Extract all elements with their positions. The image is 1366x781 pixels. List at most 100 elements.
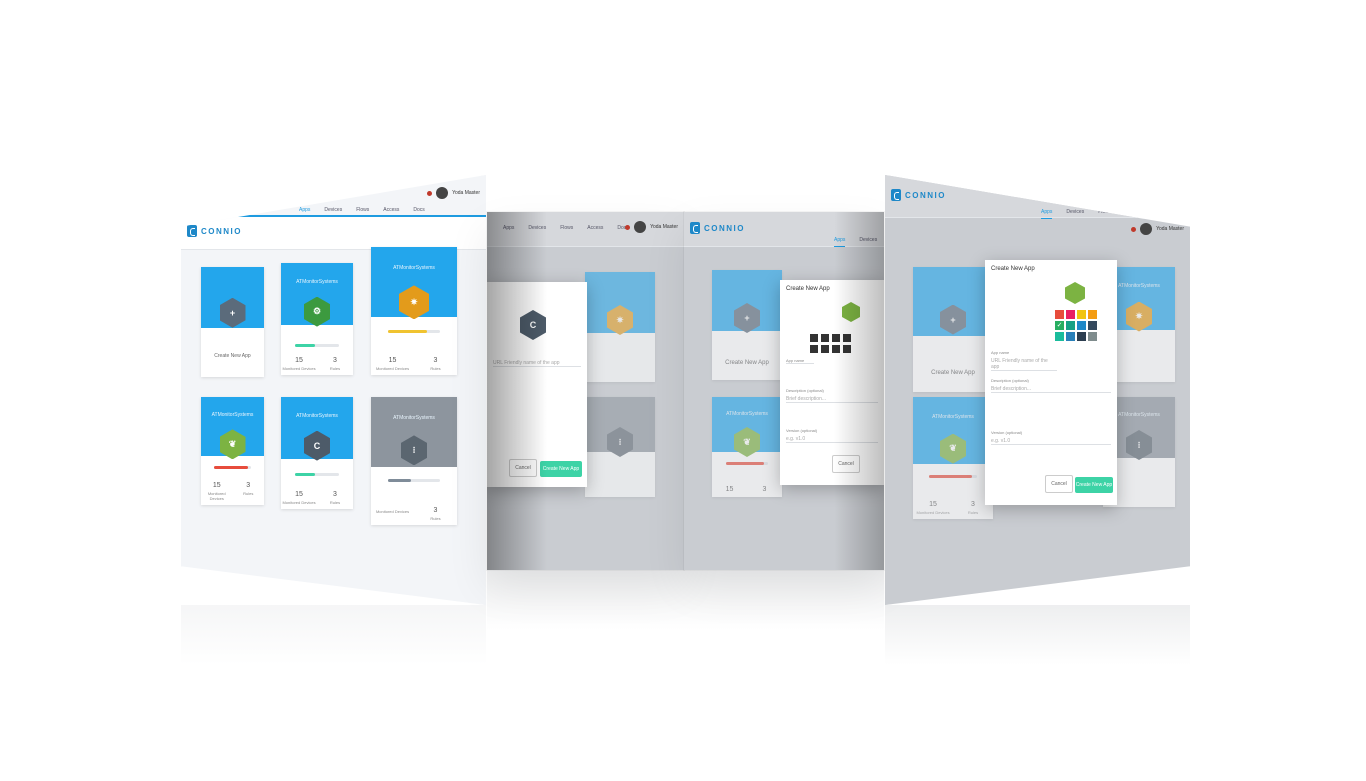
color-swatch[interactable] [1066,332,1075,341]
nav-flows[interactable]: Flows [560,225,573,231]
create-app-card[interactable]: + Create New App [913,267,993,392]
version-input[interactable]: e.g. v1.0 [991,438,1111,444]
app-card[interactable]: ATMonitorSystems ❦ 15 Monitored Devices 3… [913,397,993,519]
color-swatch-selected[interactable]: ✓ [1055,321,1064,330]
color-palette[interactable]: ✓ [1055,310,1097,341]
main-nav: Apps Devices Flows Access Docs [1041,209,1167,219]
create-app-button[interactable]: Create New App [1075,477,1113,493]
connio-logo[interactable]: CONNIO [891,189,946,201]
app-progress [388,478,440,482]
connio-logo-icon [187,225,197,237]
notification-icon[interactable] [625,224,631,230]
nav-devices[interactable]: Devices [1066,209,1084,219]
devices-count: 15 [388,357,397,364]
app-card[interactable]: ATMonitorSystems C 15 Monitored Devices 3… [281,397,353,509]
app-progress [388,330,440,334]
app-card[interactable]: ATMonitorSystems ⚙ 15 Monitored Devices 3… [281,263,353,375]
devices-label: Monitored Devices [916,510,950,515]
nav-access[interactable]: Access [383,207,399,217]
user-name: Yoda Master [650,224,678,230]
rules-label: Rules [430,516,441,521]
user-menu[interactable]: Yoda Master [625,221,678,233]
color-swatch[interactable] [1077,332,1086,341]
brand-name: CONNIO [905,190,946,200]
floor-reflection [885,605,1190,665]
rules-label: Rules [329,366,341,371]
app-title: ATMonitorSystems [726,411,768,417]
devices-count: 15 [725,486,734,493]
app-icon-preview[interactable] [1065,282,1085,304]
nav-docs[interactable]: Docs [413,207,424,217]
app-card[interactable]: ATMonitorSystems ✷ 15 Monitored Devices 3… [371,247,457,375]
icon-option[interactable] [810,334,818,342]
notification-icon[interactable] [427,190,433,196]
app-card[interactable]: ATMonitorSystems ❦ 15 Monitored Devices 3… [201,397,264,505]
app-progress [295,343,339,347]
app-progress [213,466,252,470]
color-swatch[interactable] [1088,332,1097,341]
app-name-label: App name [786,358,805,363]
notification-icon[interactable] [1131,226,1137,232]
description-field[interactable]: Description (optional) Brief description… [991,378,1111,393]
app-card[interactable]: ATMonitorSystems ❦ 15 3 [712,397,782,497]
icon-option[interactable] [810,345,818,353]
app-title: ATMonitorSystems [393,414,435,421]
brand-name: CONNIO [201,226,242,236]
devices-count: 15 [295,357,303,364]
nav-flows[interactable]: Flows [1098,209,1111,219]
create-app-card[interactable]: + Create New App [201,267,264,377]
top-navigation-bar: CONNIO Apps Devices Flows Access Docs Yo… [181,187,486,250]
cancel-button[interactable]: Cancel [1045,475,1073,493]
app-name-field[interactable]: App name URL Friendly name of the app [991,350,1057,371]
app-card[interactable]: ATMonitorSystems ⁝ Monitored Devices 3 Ru… [371,397,457,525]
rules-count: 3 [433,357,438,364]
create-app-label: Create New App [725,360,769,366]
devices-count: 15 [212,482,221,489]
nav-docs[interactable]: Docs [1155,209,1166,219]
floor-reflection [487,570,884,630]
nav-apps[interactable]: Apps [299,207,311,217]
color-swatch[interactable] [1088,310,1097,319]
color-swatch[interactable] [1066,321,1075,330]
nav-flows[interactable]: Flows [356,207,369,217]
floor-reflection [181,605,486,665]
description-input[interactable]: Brief description... [991,386,1111,392]
devices-label: Monitored Devices [375,509,410,514]
app-name-field[interactable]: App name [786,358,814,364]
app-progress [726,462,768,465]
devices-label: Monitored Devices [375,366,410,371]
user-menu[interactable]: Yoda Master [1131,223,1184,235]
avatar [436,187,449,199]
app-name-input[interactable]: URL Friendly name of the app [991,358,1057,370]
color-swatch[interactable] [1077,321,1086,330]
main-nav: Apps Devices Flows Access Docs [299,207,425,217]
user-name: Yoda Master [1156,226,1184,232]
icon-option[interactable] [821,334,829,342]
color-swatch[interactable] [1055,332,1064,341]
version-field[interactable]: Version (optional) e.g. v1.0 [991,430,1111,445]
color-swatch[interactable] [1088,321,1097,330]
connio-logo[interactable]: CONNIO [187,225,242,237]
app-title: ATMonitorSystems [393,264,435,271]
rules-label: Rules [967,510,979,515]
nav-access[interactable]: Access [587,225,603,231]
user-menu[interactable]: Yoda Master [427,187,480,199]
app-card[interactable]: ⁝ [585,397,655,497]
color-swatch[interactable] [1077,310,1086,319]
color-swatch[interactable] [1066,310,1075,319]
app-card[interactable]: ✷ [585,272,655,382]
color-swatch[interactable] [1055,310,1064,319]
nav-access[interactable]: Access [1125,209,1141,219]
nav-devices[interactable]: Devices [324,207,342,217]
devices-count: 15 [929,501,937,508]
connio-logo[interactable]: CONNIO [690,222,745,234]
rules-count: 3 [762,486,767,493]
rules-count: 3 [246,482,251,489]
screen-apps-dashboard: CONNIO Apps Devices Flows Access Docs Yo… [181,175,486,605]
icon-option[interactable] [821,345,829,353]
create-app-card[interactable]: + Create New App [712,270,782,380]
nav-apps[interactable]: Apps [1041,209,1053,219]
rules-count: 3 [433,507,438,514]
devices-label: Monitored Devices [282,500,316,505]
version-label: Version (optional) [991,430,1023,435]
